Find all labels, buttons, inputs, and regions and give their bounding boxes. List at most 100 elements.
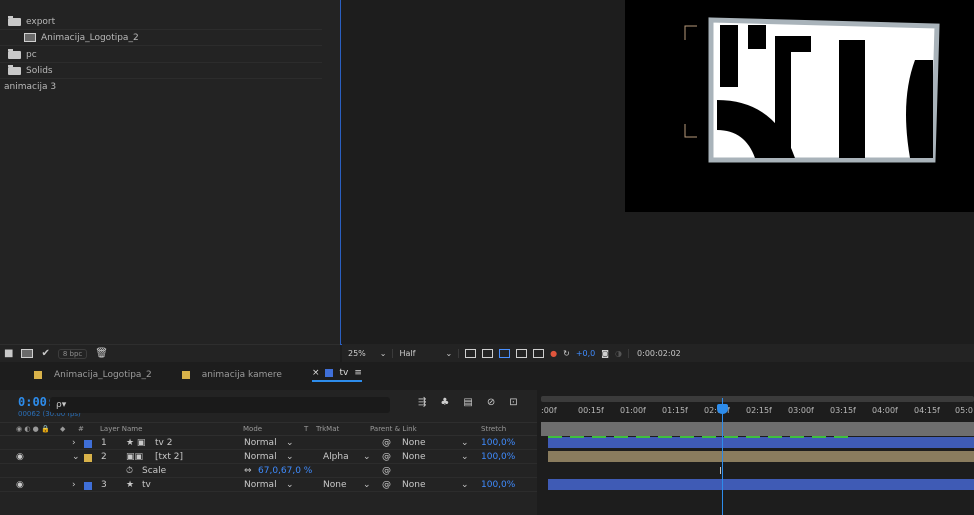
guides-icon[interactable] — [516, 348, 528, 358]
transparency-grid-icon[interactable] — [482, 348, 494, 358]
stretch-value[interactable]: 100,0% — [481, 438, 515, 448]
layer-bar-3[interactable] — [548, 479, 974, 490]
chevron-down-icon: ⌄ — [286, 438, 294, 448]
label-color-swatch[interactable] — [84, 440, 92, 448]
show-snapshot-icon[interactable]: ◑ — [615, 349, 622, 358]
blend-mode-dropdown[interactable]: Normal — [244, 438, 277, 448]
column-t[interactable]: T — [304, 425, 308, 433]
resolution-dropdown[interactable]: Half ⌄ — [399, 348, 460, 358]
viewer-toolbar: 25% ⌄ Half ⌄ ● ↻ +0,0 ◙ ◑ 0:00:02:02 — [342, 344, 974, 362]
layer-row-2[interactable]: ◉ ⌄ 2 ▣▣ [txt 2] Normal ⌄ Alpha ⌄ @ None… — [0, 451, 537, 464]
reset-exposure-icon[interactable]: ↻ — [563, 349, 570, 358]
chevron-down-icon: ⌄ — [461, 438, 469, 448]
label-color-swatch[interactable] — [84, 482, 92, 490]
viewer-timecode[interactable]: 0:00:02:02 — [628, 348, 681, 358]
tab-animacija-logotipa-2[interactable]: Animacija_Logotipa_2 — [34, 370, 152, 380]
current-time-indicator[interactable] — [722, 398, 723, 515]
zoom-value: 25% — [348, 348, 366, 358]
mask-visibility-icon[interactable] — [499, 348, 511, 358]
grid-icon[interactable] — [533, 348, 545, 358]
time-ruler[interactable]: :00f 00:15f 01:00f 01:15f 02:00f 02:15f … — [541, 402, 974, 420]
column-trkmat[interactable]: TrkMat — [316, 425, 339, 433]
stopwatch-icon[interactable]: ⏱ — [126, 466, 133, 476]
playhead-handle[interactable] — [717, 404, 728, 414]
layer-name[interactable]: tv — [142, 480, 151, 490]
close-tab-icon[interactable]: × — [312, 368, 320, 378]
timeline-tabs: Animacija_Logotipa_2 animacija kamere × … — [0, 364, 974, 386]
comp-color-swatch — [34, 371, 42, 379]
ruler-tick: 02:15f — [746, 406, 772, 415]
snapshot-icon[interactable]: ◙ — [601, 349, 609, 358]
project-item-comp[interactable]: Animacija_Logotipa_2 — [0, 30, 322, 46]
ruler-tick: :00f — [541, 406, 557, 415]
property-row-scale[interactable]: ⏱ Scale ⇔ 67,0,67,0 % @ — [0, 465, 537, 478]
project-item-animacija-3[interactable]: animacija 3 — [0, 79, 322, 95]
layer-name[interactable]: tv 2 — [155, 438, 172, 448]
work-area-bar[interactable] — [541, 422, 974, 436]
motion-blur-icon[interactable]: ⊘ — [487, 397, 495, 408]
column-parent[interactable]: Parent & Link — [370, 425, 417, 433]
layer-number: 2 — [101, 452, 107, 462]
stretch-value[interactable]: 100,0% — [481, 452, 515, 462]
interpret-footage-icon[interactable]: ■ — [4, 348, 13, 359]
exposure-value[interactable]: +0,0 — [576, 349, 595, 358]
trash-icon[interactable]: 🗑 — [95, 348, 108, 359]
tab-tv[interactable]: × tv ≡ — [311, 368, 362, 382]
eye-icon[interactable]: ◉ — [16, 480, 24, 490]
parent-dropdown[interactable]: None — [402, 438, 425, 448]
panel-menu-icon[interactable]: ≡ — [354, 368, 362, 378]
layer-name[interactable]: [txt 2] — [155, 452, 183, 462]
layer-row-1[interactable]: › 1 ★ ▣ tv 2 Normal ⌄ @ None ⌄ 100,0% — [0, 437, 537, 450]
color-channels-icon[interactable]: ● — [550, 349, 557, 358]
eye-icon[interactable]: ◉ — [16, 452, 24, 462]
project-item-solids[interactable]: Solids — [0, 63, 322, 79]
layer-bar-2[interactable] — [548, 451, 974, 462]
layer-search-input[interactable]: ρ▾ — [50, 397, 390, 413]
stretch-value[interactable]: 100,0% — [481, 480, 515, 490]
chevron-down-icon: ⌄ — [379, 348, 387, 358]
shape-layer-icon: ★ — [126, 480, 135, 490]
frame-blending-icon[interactable]: ▤ — [463, 397, 472, 408]
scale-value[interactable]: 67,0,67,0 % — [258, 466, 312, 476]
draft-3d-icon[interactable]: ♣ — [440, 397, 449, 408]
cache-indicator — [548, 436, 848, 438]
comp-color-swatch — [181, 371, 190, 379]
track-matte-dropdown[interactable]: Alpha — [323, 452, 349, 462]
zoom-dropdown[interactable]: 25% ⌄ — [348, 348, 394, 358]
bit-depth-button[interactable]: 8 bpc — [57, 348, 88, 359]
tab-animacija-kamere[interactable]: animacija kamere — [181, 370, 282, 380]
ruler-tick: 04:00f — [872, 406, 898, 415]
parent-dropdown[interactable]: None — [402, 480, 425, 490]
pick-whip-icon[interactable]: @ — [382, 438, 391, 448]
graph-editor-icon[interactable]: ⊡ — [509, 397, 517, 408]
blend-mode-dropdown[interactable]: Normal — [244, 480, 277, 490]
project-item-pc[interactable]: pc — [0, 47, 322, 63]
chevron-down-icon: ⌄ — [286, 480, 294, 490]
parent-dropdown[interactable]: None — [402, 452, 425, 462]
region-of-interest-icon[interactable] — [465, 348, 477, 358]
pick-whip-icon[interactable]: @ — [382, 466, 391, 476]
composition-canvas[interactable] — [625, 0, 974, 212]
new-composition-icon[interactable] — [21, 349, 34, 358]
flowchart-icon[interactable]: ✔ — [41, 348, 49, 359]
column-stretch[interactable]: Stretch — [481, 425, 506, 433]
layer-column-header: ◉ ◐ ● 🔒 ◆ # Layer Name Mode T TrkMat Par… — [0, 422, 537, 436]
constrain-link-icon[interactable]: ⇔ — [244, 466, 252, 476]
expand-chevron-icon[interactable]: › — [72, 480, 76, 490]
collapse-chevron-icon[interactable]: ⌄ — [72, 452, 80, 462]
project-item-export[interactable]: export — [0, 14, 322, 30]
layer-row-3[interactable]: ◉ › 3 ★ tv Normal ⌄ None ⌄ @ None ⌄ 100,… — [0, 479, 537, 492]
blend-mode-dropdown[interactable]: Normal — [244, 452, 277, 462]
pick-whip-icon[interactable]: @ — [382, 480, 391, 490]
property-name: Scale — [142, 466, 167, 476]
label-color-swatch[interactable] — [84, 454, 92, 462]
project-panel: export Animacija_Logotipa_2 pc Solids an… — [0, 0, 340, 345]
layer-bar-1[interactable] — [548, 437, 974, 448]
track-matte-dropdown[interactable]: None — [323, 480, 346, 490]
column-layer-name[interactable]: Layer Name — [100, 425, 142, 433]
column-mode[interactable]: Mode — [243, 425, 262, 433]
composition-mini-flowchart-icon[interactable]: ⇶ — [418, 397, 426, 408]
column-number[interactable]: # — [78, 425, 84, 433]
pick-whip-icon[interactable]: @ — [382, 452, 391, 462]
expand-chevron-icon[interactable]: › — [72, 438, 76, 448]
